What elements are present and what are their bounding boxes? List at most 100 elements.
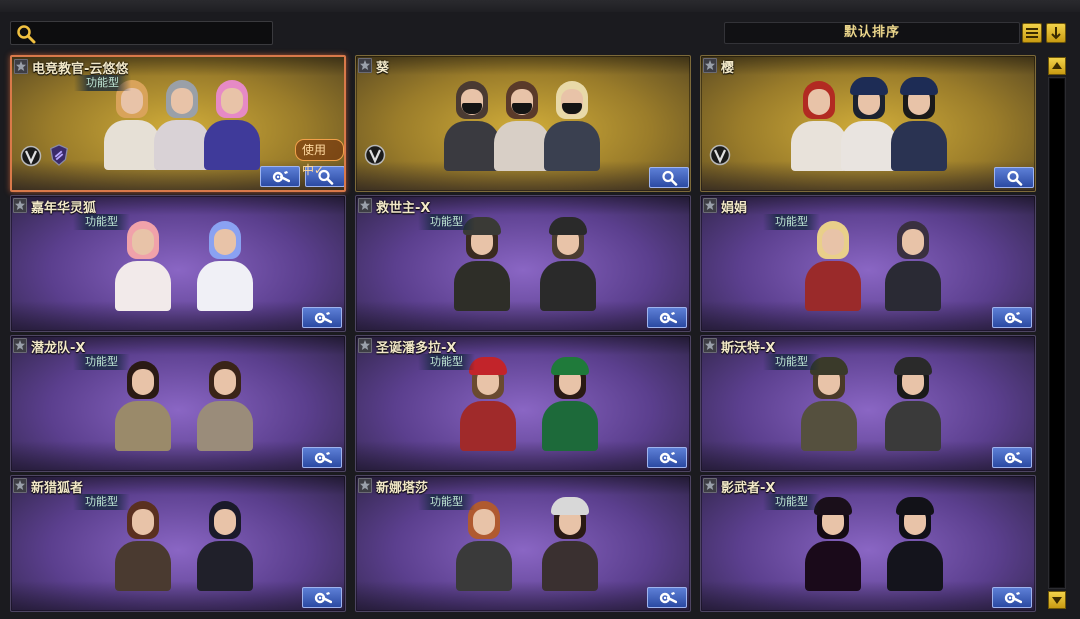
- card-header: [701, 56, 1035, 75]
- settings-button[interactable]: [992, 587, 1032, 608]
- search-input[interactable]: [10, 21, 273, 45]
- star-icon: [360, 200, 370, 210]
- character-card[interactable]: 娟娟 功能型: [700, 195, 1036, 332]
- favorite-button[interactable]: [14, 59, 28, 74]
- character-card[interactable]: 葵: [355, 55, 691, 192]
- v-emblem-icon: [709, 144, 731, 166]
- type-badge: 功能型: [73, 494, 130, 510]
- card-floor: [356, 581, 690, 611]
- favorite-button[interactable]: [358, 58, 372, 73]
- character-portrait: [532, 213, 604, 311]
- character-portrait: [189, 493, 261, 591]
- v-emblem-icon: [364, 144, 386, 166]
- type-badge: 功能型: [418, 354, 475, 370]
- scrollbar[interactable]: [1048, 77, 1066, 589]
- favorite-button[interactable]: [703, 58, 717, 73]
- favorite-button[interactable]: [13, 338, 27, 353]
- character-card[interactable]: 斯沃特-X 功能型: [700, 335, 1036, 472]
- arrow-down-icon: [1051, 27, 1061, 40]
- sort-dropdown[interactable]: 默认排序: [724, 22, 1020, 44]
- character-portrait: [189, 353, 261, 451]
- settings-button[interactable]: [302, 447, 342, 468]
- settings-button[interactable]: [302, 307, 342, 328]
- scrollbar-thumb[interactable]: [1050, 79, 1064, 587]
- character-card[interactable]: 救世主-X 功能型: [355, 195, 691, 332]
- favorite-button[interactable]: [703, 198, 717, 213]
- character-card[interactable]: 樱: [700, 55, 1036, 192]
- character-portrait: [877, 353, 949, 451]
- scroll-down-button[interactable]: [1048, 591, 1066, 609]
- star-icon: [705, 60, 715, 70]
- card-title: 樱: [721, 61, 735, 76]
- magnifier-icon: [662, 170, 678, 186]
- type-badge: 功能型: [763, 354, 820, 370]
- star-icon: [705, 340, 715, 350]
- character-portrait: [879, 493, 951, 591]
- character-card[interactable]: 潜龙队-X 功能型: [10, 335, 346, 472]
- star-icon: [15, 480, 25, 490]
- list-view-button[interactable]: [1022, 23, 1042, 43]
- card-floor: [701, 441, 1035, 471]
- preview-button[interactable]: [994, 167, 1034, 188]
- character-portrait: [534, 353, 606, 451]
- settings-button[interactable]: [260, 166, 300, 187]
- star-icon: [360, 340, 370, 350]
- wrench-gear-icon: [659, 592, 677, 604]
- favorite-button[interactable]: [703, 338, 717, 353]
- favorite-button[interactable]: [358, 338, 372, 353]
- character-portrait: [189, 213, 261, 311]
- type-badge: 功能型: [418, 214, 475, 230]
- wrench-gear-icon: [314, 592, 332, 604]
- type-badge: 功能型: [73, 354, 130, 370]
- type-badge: 功能型: [74, 75, 131, 91]
- sort-direction-button[interactable]: [1046, 23, 1066, 43]
- wrench-gear-icon: [314, 452, 332, 464]
- star-icon: [705, 480, 715, 490]
- character-card[interactable]: 圣诞潘多拉-X 功能型: [355, 335, 691, 472]
- favorite-button[interactable]: [358, 478, 372, 493]
- star-icon: [15, 340, 25, 350]
- settings-button[interactable]: [647, 307, 687, 328]
- scroll-up-button[interactable]: [1048, 57, 1066, 75]
- wrench-gear-icon: [314, 312, 332, 324]
- wrench-gear-icon: [272, 171, 290, 183]
- character-card[interactable]: 影武者-X 功能型: [700, 475, 1036, 612]
- star-icon: [360, 60, 370, 70]
- character-card[interactable]: 电竞教官-云悠悠 功能型 使用中✓: [10, 55, 346, 192]
- settings-button[interactable]: [302, 587, 342, 608]
- wrench-gear-icon: [659, 312, 677, 324]
- type-badge: 功能型: [73, 214, 130, 230]
- settings-button[interactable]: [992, 307, 1032, 328]
- favorite-button[interactable]: [358, 198, 372, 213]
- favorite-button[interactable]: [13, 198, 27, 213]
- type-badge: 功能型: [418, 494, 475, 510]
- character-portrait: [536, 73, 608, 171]
- settings-button[interactable]: [647, 587, 687, 608]
- search-icon: [15, 24, 37, 44]
- wrench-gear-icon: [1004, 592, 1022, 604]
- arrow-up-icon: [1052, 62, 1062, 69]
- character-portrait: [534, 493, 606, 591]
- card-floor: [356, 301, 690, 331]
- card-header: [356, 56, 690, 75]
- type-badge: 功能型: [763, 494, 820, 510]
- sort-label: 默认排序: [843, 25, 900, 40]
- card-title: 娟娟: [721, 201, 748, 216]
- shield-emblem-icon: [50, 144, 68, 166]
- favorite-button[interactable]: [703, 478, 717, 493]
- in-use-badge: 使用中✓: [295, 139, 344, 177]
- wrench-gear-icon: [659, 452, 677, 464]
- preview-button[interactable]: [649, 167, 689, 188]
- character-card[interactable]: 新猎狐者 功能型: [10, 475, 346, 612]
- star-icon: [15, 200, 25, 210]
- character-card[interactable]: 嘉年华灵狐 功能型: [10, 195, 346, 332]
- list-icon: [1026, 28, 1038, 38]
- favorite-button[interactable]: [13, 478, 27, 493]
- settings-button[interactable]: [992, 447, 1032, 468]
- star-icon: [16, 61, 26, 71]
- star-icon: [705, 200, 715, 210]
- character-portrait: [883, 73, 955, 171]
- card-title: 葵: [376, 61, 390, 76]
- character-card[interactable]: 新娜塔莎 功能型: [355, 475, 691, 612]
- settings-button[interactable]: [647, 447, 687, 468]
